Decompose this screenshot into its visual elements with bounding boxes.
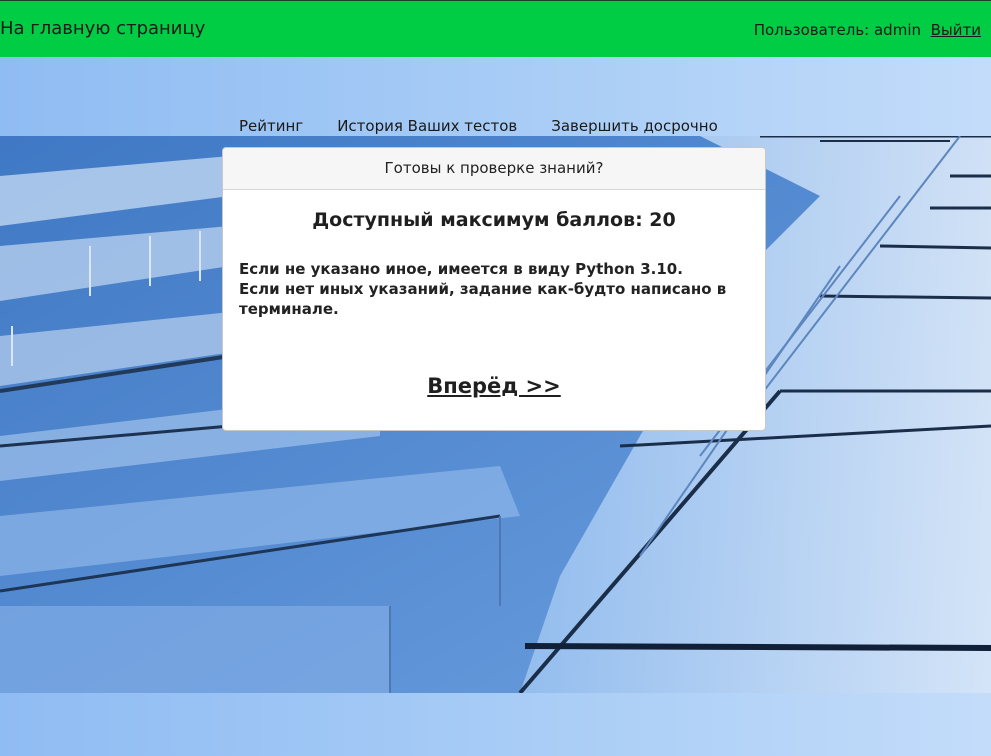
max-score-title: Доступный максимум баллов: 20 bbox=[312, 209, 676, 231]
test-tabs: Рейтинг История Ваших тестов Завершить д… bbox=[239, 116, 752, 138]
next-button[interactable]: Вперёд >> bbox=[223, 372, 765, 400]
top-navigation-bar: На главную страницу Пользователь: admin … bbox=[0, 0, 991, 57]
instructions-text: Если не указано иное, имеется в виду Pyt… bbox=[239, 259, 749, 319]
quiz-intro-card: Готовы к проверке знаний? Доступный макс… bbox=[222, 147, 766, 431]
current-user-label: Пользователь: admin bbox=[753, 21, 921, 39]
instruction-line: Если не указано иное, имеется в виду Pyt… bbox=[239, 260, 683, 278]
tab-test-history[interactable]: История Ваших тестов bbox=[337, 116, 517, 138]
tab-rating[interactable]: Рейтинг bbox=[239, 116, 303, 138]
card-header: Готовы к проверке знаний? bbox=[223, 148, 765, 190]
home-link[interactable]: На главную страницу bbox=[0, 17, 205, 41]
tab-finish-early[interactable]: Завершить досрочно bbox=[551, 116, 718, 138]
instruction-line: Если нет иных указаний, задание как-будт… bbox=[239, 280, 727, 318]
logout-link[interactable]: Выйти bbox=[931, 19, 981, 41]
